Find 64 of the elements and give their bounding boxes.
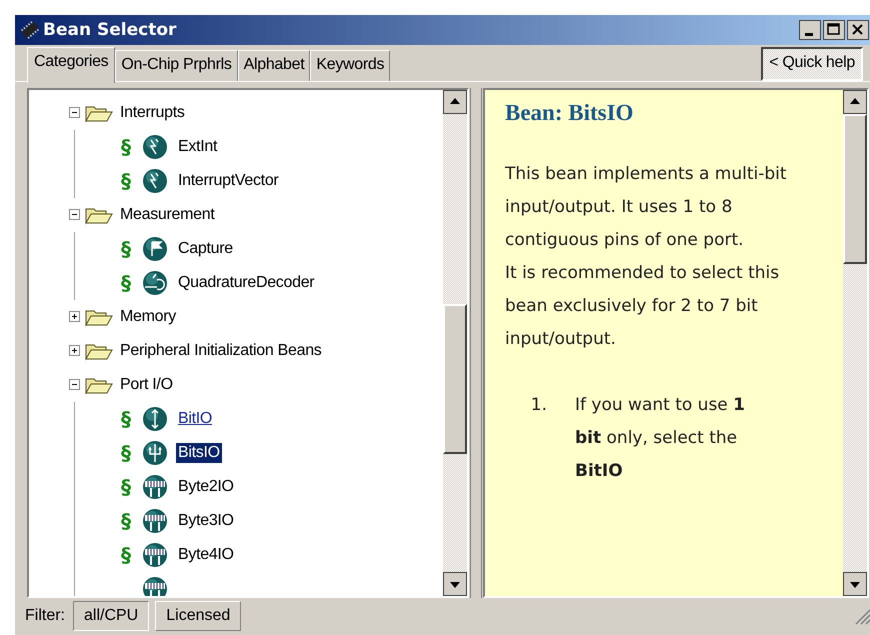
scroll-down-icon: [443, 572, 467, 596]
tab[interactable]: Categories: [27, 46, 116, 83]
globe-icon: [142, 474, 168, 500]
filter-button[interactable]: all/CPU: [73, 601, 150, 632]
window-title: Bean Selector: [43, 20, 178, 40]
tree-item[interactable]: Byte2IO: [176, 476, 236, 497]
scroll-down-icon: [843, 572, 867, 596]
tab[interactable]: On-Chip Prphrls: [115, 50, 238, 81]
minimize-icon: [799, 20, 821, 40]
globe-icon: [142, 406, 168, 432]
help-title: Bean: BitsIO: [505, 100, 634, 126]
section-sign: §: [121, 134, 132, 159]
help-paragraph: This bean implements a multi-bit input/output. It uses 1 to 8 contiguous pins of one port.: [505, 162, 788, 252]
globe-icon: [142, 440, 168, 466]
scroll-up-icon: [443, 90, 467, 114]
section-sign: §: [121, 406, 132, 431]
section-sign: §: [121, 474, 132, 499]
maximize-icon: [823, 20, 845, 40]
filter-button[interactable]: Licensed: [155, 601, 242, 632]
section-sign: §: [121, 542, 132, 567]
list-item-text: If you want to use 1 bit only, select the BitIO: [575, 394, 746, 483]
section-sign: §: [121, 236, 132, 261]
globe-icon: [142, 542, 168, 568]
tree-item[interactable]: Interrupts: [118, 102, 187, 123]
globe-icon: [142, 508, 168, 534]
expand-icon[interactable]: [69, 311, 80, 322]
tab[interactable]: Keywords: [310, 50, 390, 81]
filter-label: Filter:: [25, 607, 66, 626]
tree-item[interactable]: Memory: [118, 306, 178, 327]
tree-item[interactable]: InterruptVector: [176, 170, 280, 191]
scrollbar[interactable]: [443, 90, 467, 596]
section-sign: §: [121, 270, 132, 295]
list-number: 1.: [530, 394, 548, 417]
globe-icon: [142, 270, 168, 296]
tree-item[interactable]: BitsIO: [176, 442, 222, 463]
scrollbar[interactable]: [843, 90, 867, 596]
help-paragraph: It is recommended to select this bean exclusively for 2 to 7 bit input/output.: [505, 262, 780, 351]
scroll-up-icon: [843, 90, 867, 114]
collapse-icon[interactable]: [69, 107, 80, 118]
quick-help-button[interactable]: < Quick help: [761, 46, 863, 81]
section-sign: §: [121, 508, 132, 533]
section-sign: §: [121, 440, 132, 465]
expand-icon[interactable]: [69, 345, 80, 356]
resize-grip-icon: [853, 607, 870, 626]
tree-item[interactable]: BitIO: [176, 408, 214, 429]
chip-icon: [19, 18, 41, 41]
collapse-icon[interactable]: [69, 209, 80, 220]
tab[interactable]: Alphabet: [238, 50, 310, 81]
globe-icon: [142, 236, 168, 262]
scroll-thumb[interactable]: [843, 114, 867, 264]
close-icon: [847, 20, 869, 40]
globe-icon: [142, 168, 168, 194]
scroll-thumb[interactable]: [443, 304, 467, 454]
section-sign: §: [121, 168, 132, 193]
tree-item[interactable]: ExtInt: [176, 136, 220, 157]
globe-icon: [142, 134, 168, 160]
tree-item[interactable]: Capture: [176, 238, 235, 259]
tree-item[interactable]: Byte4IO: [176, 544, 236, 565]
collapse-icon[interactable]: [69, 379, 80, 390]
tree-item[interactable]: QuadratureDecoder: [176, 272, 316, 293]
tree-item[interactable]: Byte3IO: [176, 510, 236, 531]
tree-item[interactable]: Measurement: [118, 204, 217, 225]
tree-item[interactable]: Peripheral Initialization Beans: [118, 340, 324, 361]
tree-item[interactable]: Port I/O: [118, 374, 175, 395]
